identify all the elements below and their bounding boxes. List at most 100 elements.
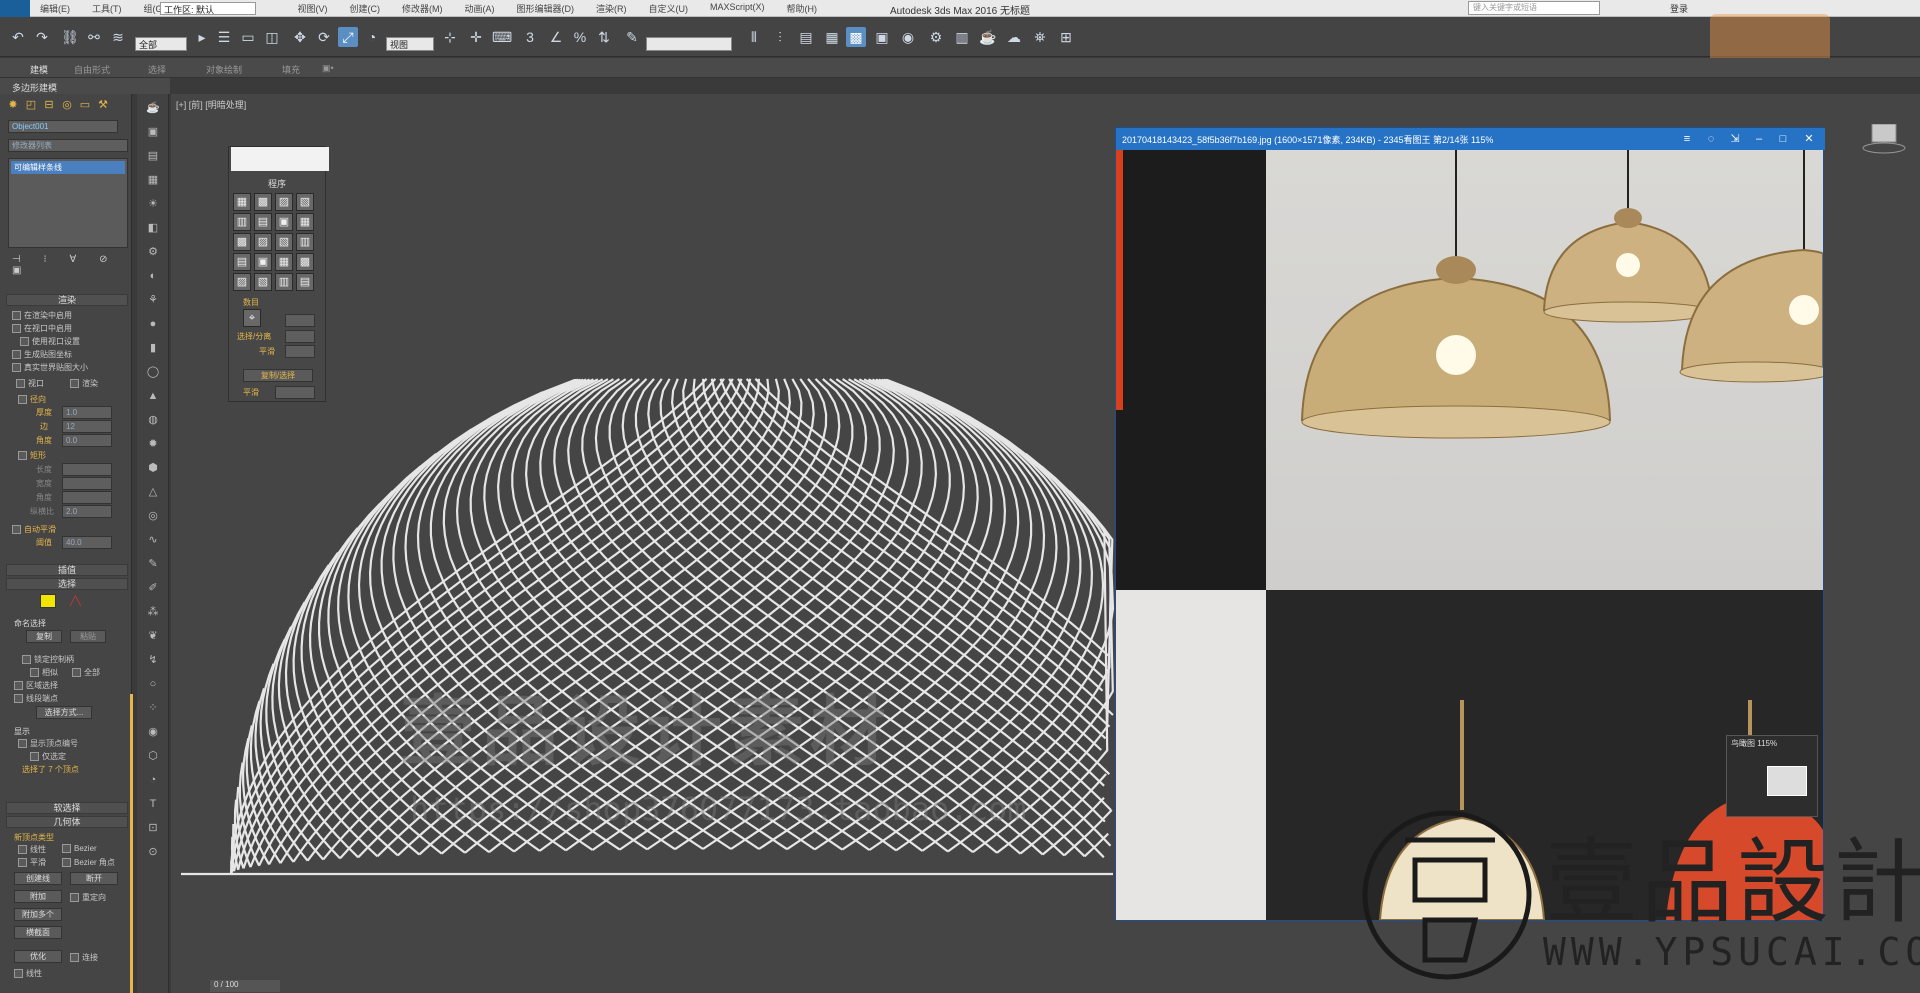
target-icon[interactable]: ⊙ (145, 844, 161, 860)
angle2-field[interactable] (62, 491, 112, 504)
unlink-icon[interactable]: ⚯ (84, 27, 104, 47)
undo-icon[interactable]: ↶ (8, 27, 28, 47)
display-tab-icon[interactable]: ▭ (78, 98, 92, 112)
cone-icon[interactable]: ▲ (145, 388, 161, 404)
pyramid-icon[interactable]: △ (145, 484, 161, 500)
thickness-field[interactable]: 1.0 (62, 406, 112, 419)
pivot-icon[interactable]: ⊹ (440, 27, 460, 47)
lock-handles-checkbox[interactable]: 锁定控制柄 (22, 654, 74, 665)
geometry-rollout[interactable]: 几何体 (6, 816, 128, 828)
rotate-icon[interactable]: ⟳ (314, 27, 334, 47)
navigator-thumbnail[interactable] (1767, 766, 1807, 796)
sides-field[interactable]: 12 (62, 420, 112, 433)
interpolation-rollout[interactable]: 插值 (6, 564, 128, 576)
tab-selection[interactable]: 选择 (148, 63, 166, 76)
lattice-pattern-icon[interactable]: ▣ (254, 253, 272, 271)
text-shape-icon[interactable]: T (145, 796, 161, 812)
lattice-pattern-icon[interactable]: ▦ (233, 193, 251, 211)
login-link[interactable]: 登录 (1670, 2, 1688, 15)
modify-tab-icon[interactable]: ◰ (24, 98, 38, 112)
lattice-pattern-icon[interactable]: ▧ (296, 193, 314, 211)
generate-mapping[interactable]: 生成贴图坐标 (12, 349, 72, 360)
link-icon[interactable]: ⛓ (60, 27, 80, 47)
linear-radio[interactable]: 线性 (18, 844, 46, 855)
bend-icon[interactable]: ↯ (145, 652, 161, 668)
menu-help[interactable]: 帮助(H) (787, 2, 818, 15)
menu-edit[interactable]: 编辑(E) (40, 2, 70, 15)
schematic-view-icon[interactable]: ▣ (872, 27, 892, 47)
break-button[interactable]: 断开 (70, 872, 118, 885)
utilities-tab-icon[interactable]: ⚒ (96, 98, 110, 112)
lattice-pattern-icon[interactable]: ▧ (275, 233, 293, 251)
attach-button[interactable]: 附加 (14, 890, 62, 903)
all-radio[interactable]: 全部 (72, 667, 100, 678)
viewcube[interactable] (1862, 124, 1906, 154)
menu-rendering[interactable]: 渲染(R) (596, 2, 627, 15)
tab-modeling[interactable]: 建模 (30, 63, 48, 76)
helper-icon[interactable]: ⚙ (145, 244, 161, 260)
hose-icon[interactable]: ∿ (145, 532, 161, 548)
menu-create[interactable]: 创建(C) (350, 2, 381, 15)
real-world-map-size[interactable]: 真实世界贴图大小 (12, 362, 88, 373)
menu-modifiers[interactable]: 修改器(M) (402, 2, 443, 15)
viewport-radio[interactable]: 视口 (16, 378, 44, 389)
menu-animation[interactable]: 动画(A) (465, 2, 495, 15)
sun-icon[interactable]: ☀ (145, 196, 161, 212)
light-icon[interactable]: ✹ (145, 436, 161, 452)
attach-multiple-button[interactable]: 附加多个 (14, 908, 62, 921)
segment-end-checkbox[interactable]: 线段端点 (14, 693, 58, 704)
edit-named-selection-icon[interactable]: ✎ (622, 27, 642, 47)
lattice-pattern-icon[interactable]: ▥ (275, 273, 293, 291)
sphere-icon[interactable]: ● (145, 316, 161, 332)
lattice-apply-button[interactable]: 复制/选择 (243, 369, 313, 382)
stack-tools[interactable]: ⊣ ⁝ ∀ ⊘ ▣ (12, 254, 124, 276)
render-setup-icon[interactable]: ⚙ (926, 27, 946, 47)
lattice-pattern-icon[interactable]: ▥ (233, 213, 251, 231)
cross-section-button[interactable]: 横截面 (14, 926, 62, 939)
lattice-pattern-icon[interactable]: ▨ (233, 273, 251, 291)
named-selection-sets[interactable] (646, 37, 732, 51)
menu-view[interactable]: 视图(V) (298, 2, 328, 15)
use-viewport-settings[interactable]: 使用视口设置 (20, 336, 80, 347)
snap-3-icon[interactable]: 3 (520, 27, 540, 47)
wrench-icon[interactable]: ✎ (145, 556, 161, 572)
enable-in-viewport[interactable]: 在视口中启用 (12, 323, 72, 334)
render-active-icon[interactable]: ⛯ (1030, 27, 1050, 47)
lattice-pattern-icon[interactable]: ▩ (254, 193, 272, 211)
menu-customize[interactable]: 自定义(U) (649, 2, 689, 15)
redo-icon[interactable]: ↷ (32, 27, 52, 47)
close-icon[interactable]: ✕ (1802, 132, 1816, 146)
select-object-icon[interactable]: ▸ (192, 27, 212, 47)
bind-spacewarp-icon[interactable]: ≋ (108, 27, 128, 47)
stack-item[interactable]: 可编辑样条线 (11, 161, 125, 174)
threshold-field[interactable]: 40.0 (62, 536, 112, 549)
keyboard-shortcut-icon[interactable]: ⌨ (492, 27, 512, 47)
select-manipulate-icon[interactable]: ✛ (466, 27, 486, 47)
rendered-frame-icon[interactable]: ▥ (952, 27, 972, 47)
section-icon[interactable]: ⊡ (145, 820, 161, 836)
create-line-button[interactable]: 创建线 (14, 872, 62, 885)
area-select-checkbox[interactable]: 区域选择 (14, 680, 58, 691)
similar-radio[interactable]: 相似 (30, 667, 58, 678)
lattice-pattern-icon[interactable]: ▧ (254, 273, 272, 291)
length-field[interactable] (62, 463, 112, 476)
workspace-select[interactable]: 工作区: 默认 (160, 2, 256, 15)
linear2-checkbox[interactable]: 线性 (14, 968, 42, 979)
lattice-spacing-field[interactable] (285, 330, 315, 343)
connect-checkbox[interactable]: 连接 (70, 952, 98, 963)
aspect-field[interactable]: 2.0 (62, 505, 112, 518)
ball-icon[interactable]: ◉ (145, 724, 161, 740)
paint-icon[interactable]: ✐ (145, 580, 161, 596)
cylinder-icon[interactable]: ▮ (145, 340, 161, 356)
lattice-pattern-icon[interactable]: ▣ (275, 213, 293, 231)
rect-region-icon[interactable]: ▭ (238, 27, 258, 47)
lattice-pattern-icon[interactable]: ▤ (254, 213, 272, 231)
spacewarp-icon[interactable]: ◐ (145, 268, 161, 284)
percent-snap-icon[interactable]: % (570, 27, 590, 47)
hedra-icon[interactable]: ⬢ (145, 460, 161, 476)
lattice-search[interactable] (231, 147, 329, 171)
hierarchy-tab-icon[interactable]: ⊟ (42, 98, 56, 112)
lattice-pick-icon[interactable]: ⌖ (243, 309, 261, 327)
systems-icon[interactable]: ⚘ (145, 292, 161, 308)
scale-icon[interactable]: ⤢ (338, 27, 358, 47)
